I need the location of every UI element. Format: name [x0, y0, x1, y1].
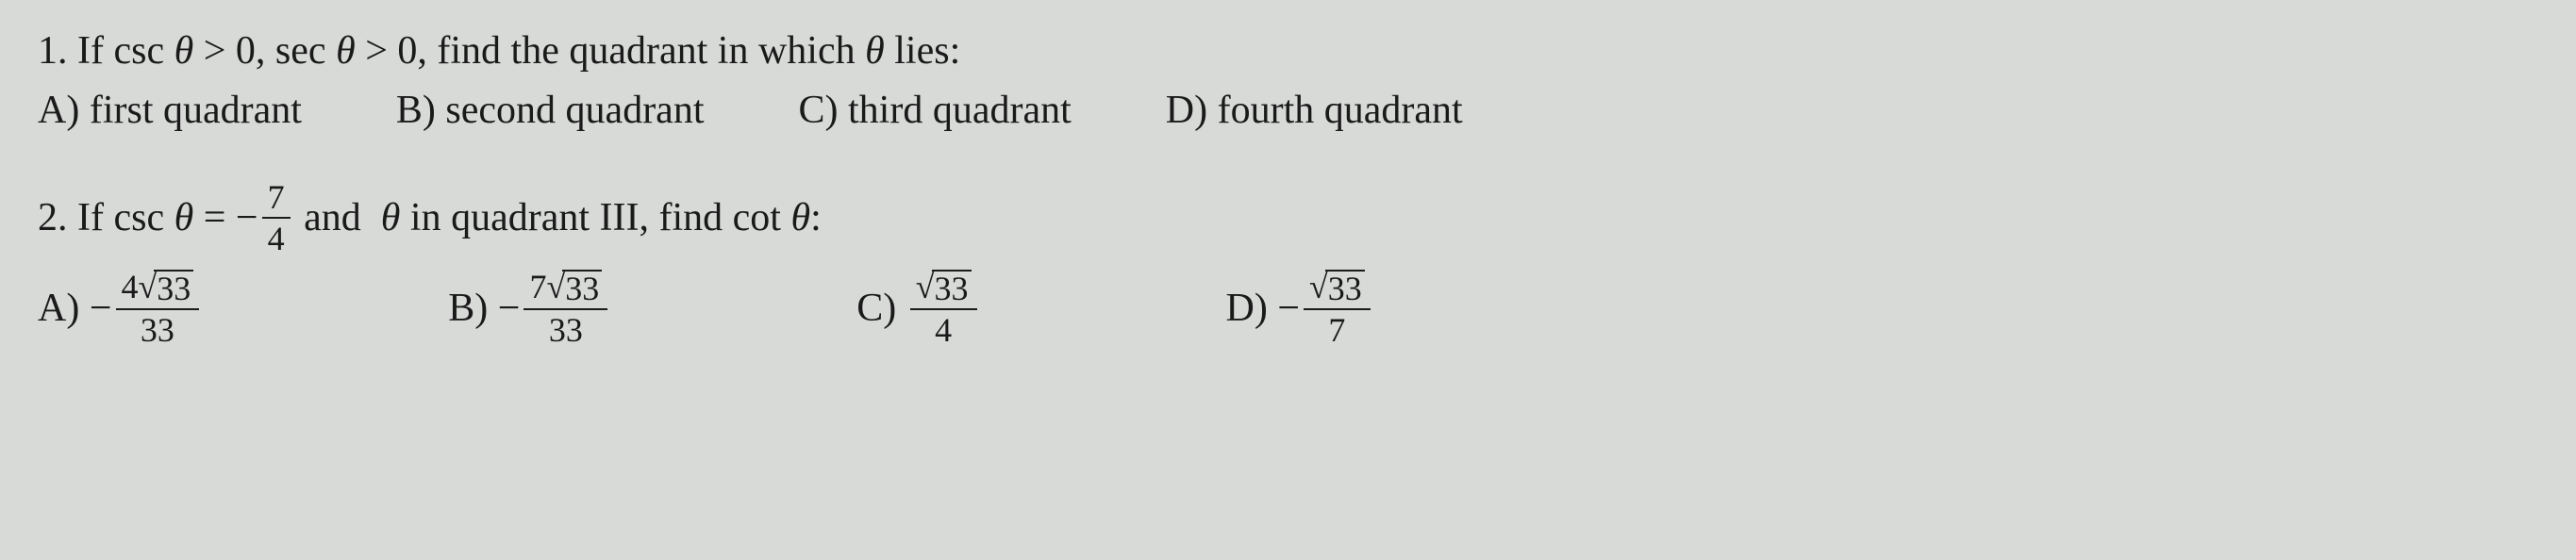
negative-sign: − — [1277, 286, 1300, 331]
sqrt-icon: √33 — [916, 270, 972, 305]
radicand: 33 — [932, 270, 972, 305]
theta-symbol: θ — [381, 195, 401, 240]
option-label: B) — [448, 286, 488, 331]
question-1: 1. If csc θ > 0, sec θ > 0, find the qua… — [38, 28, 2538, 133]
fraction: √33 4 — [910, 270, 977, 347]
q1-option-d: D) fourth quadrant — [1166, 88, 1463, 133]
negative-sign: − — [90, 286, 112, 331]
sqrt-icon: √33 — [139, 270, 194, 305]
q1-option-b: B) second quadrant — [396, 88, 705, 133]
sqrt-icon: √33 — [546, 270, 602, 305]
q2-prefix: If csc — [77, 195, 164, 240]
theta-symbol: θ — [175, 195, 194, 240]
theta-symbol: θ — [790, 195, 810, 240]
option-text: third quadrant — [848, 88, 1072, 133]
q1-option-a: A) first quadrant — [38, 88, 302, 133]
numerator: 7√33 — [524, 270, 607, 310]
q2-option-c: C) √33 4 — [856, 270, 980, 347]
option-text: fourth quadrant — [1218, 88, 1463, 133]
coefficient: 7 — [529, 268, 546, 305]
option-text: second quadrant — [445, 88, 704, 133]
option-label: C) — [799, 88, 839, 133]
numerator: √33 — [1304, 270, 1371, 310]
q2-options: A) − 4√33 33 B) − 7√33 33 C) — [38, 270, 2538, 347]
question-1-text: 1. If csc θ > 0, sec θ > 0, find the qua… — [38, 28, 2538, 74]
theta-symbol: θ — [336, 28, 356, 74]
radicand: 33 — [154, 270, 193, 305]
q2-option-a: A) − 4√33 33 — [38, 270, 203, 347]
q1-prefix: If csc — [77, 28, 164, 74]
negative-sign: − — [498, 286, 521, 331]
fraction: 7 4 — [262, 180, 291, 255]
option-label: B) — [396, 88, 436, 133]
coefficient: 4 — [122, 268, 139, 305]
numerator: 7 — [262, 180, 291, 219]
q1-suffix: lies: — [894, 28, 960, 74]
q1-gt2: > 0, find the quadrant in which — [365, 28, 855, 74]
radicand: 33 — [1325, 270, 1365, 305]
q2-option-b: B) − 7√33 33 — [448, 270, 611, 347]
q1-number: 1. — [38, 28, 68, 74]
denominator: 4 — [929, 310, 957, 347]
radicand: 33 — [562, 270, 602, 305]
q1-gt1: > 0, sec — [204, 28, 326, 74]
fraction: 4√33 33 — [116, 270, 200, 347]
denominator: 33 — [135, 310, 180, 347]
denominator: 4 — [262, 219, 291, 255]
theta-symbol: θ — [175, 28, 194, 74]
numerator: √33 — [910, 270, 977, 310]
question-2-text: 2. If csc θ = − 7 4 and θ in quadrant II… — [38, 180, 2538, 255]
q1-option-c: C) third quadrant — [799, 88, 1072, 133]
question-2: 2. If csc θ = − 7 4 and θ in quadrant II… — [38, 180, 2538, 347]
q2-eq: = − — [204, 195, 258, 240]
q2-mid2: in quadrant III, find cot — [410, 195, 781, 240]
option-label: A) — [38, 286, 79, 331]
q2-option-d: D) − √33 7 — [1226, 270, 1374, 347]
denominator: 33 — [543, 310, 589, 347]
fraction: √33 7 — [1304, 270, 1371, 347]
q2-mid1: and — [304, 195, 361, 240]
fraction: 7√33 33 — [524, 270, 607, 347]
numerator: 4√33 — [116, 270, 200, 310]
denominator: 7 — [1322, 310, 1351, 347]
theta-symbol: θ — [865, 28, 885, 74]
option-text: first quadrant — [90, 88, 302, 133]
option-label: D) — [1166, 88, 1207, 133]
sqrt-icon: √33 — [1309, 270, 1365, 305]
option-label: A) — [38, 88, 79, 133]
q1-options: A) first quadrant B) second quadrant C) … — [38, 88, 2538, 133]
q2-number: 2. — [38, 195, 68, 240]
option-label: C) — [856, 286, 896, 331]
q2-colon: : — [810, 195, 822, 240]
option-label: D) — [1226, 286, 1268, 331]
